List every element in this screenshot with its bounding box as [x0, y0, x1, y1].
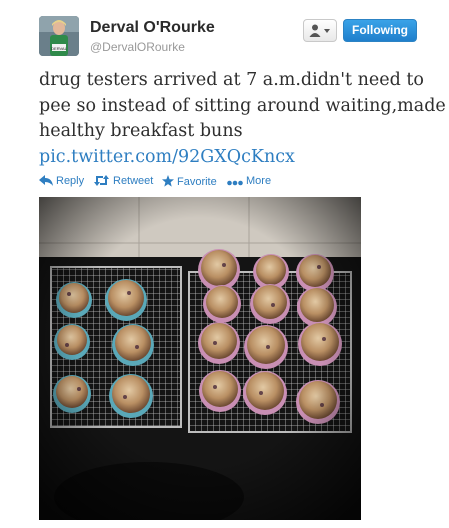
tweet-text-line: healthy breakfast buns: [39, 121, 243, 141]
more-label: More: [246, 175, 272, 187]
reply-arrow-icon: [39, 175, 53, 186]
user-actions-dropdown[interactable]: [303, 19, 337, 42]
user-name[interactable]: Derval O'Rourke: [90, 19, 215, 37]
avatar-bib-text: DERVAL: [51, 46, 67, 51]
retweet-action[interactable]: Retweet: [93, 175, 153, 187]
tweet-text-line: pee so instead of sitting around waiting…: [39, 95, 446, 116]
more-action[interactable]: More: [227, 175, 271, 187]
star-icon: [162, 175, 174, 187]
retweet-label: Retweet: [113, 175, 154, 187]
tweet-card: DERVAL Derval O'Rourke @DervalORourke Fo…: [0, 0, 449, 528]
avatar[interactable]: DERVAL: [39, 16, 79, 56]
tweet-photo[interactable]: [39, 197, 361, 520]
favorite-label: Favorite: [177, 176, 217, 188]
avatar-image: DERVAL: [39, 16, 79, 56]
user-handle[interactable]: @DervalORourke: [90, 40, 185, 54]
tweet-text: drug testers arrived at 7 a.m.didn't nee…: [39, 68, 446, 171]
more-dots-icon: [227, 180, 243, 186]
breakfast-buns-photo: [39, 197, 361, 520]
retweet-icon: [94, 175, 109, 186]
user-dropdown-icon: [309, 24, 330, 37]
favorite-action[interactable]: Favorite: [162, 175, 217, 188]
picture-link[interactable]: pic.twitter.com/92GXQcKncx: [39, 145, 434, 171]
following-button[interactable]: Following: [343, 19, 417, 42]
reply-action[interactable]: Reply: [39, 175, 84, 187]
reply-label: Reply: [56, 175, 85, 187]
tweet-text-line: drug testers arrived at 7 a.m.didn't nee…: [39, 70, 424, 90]
